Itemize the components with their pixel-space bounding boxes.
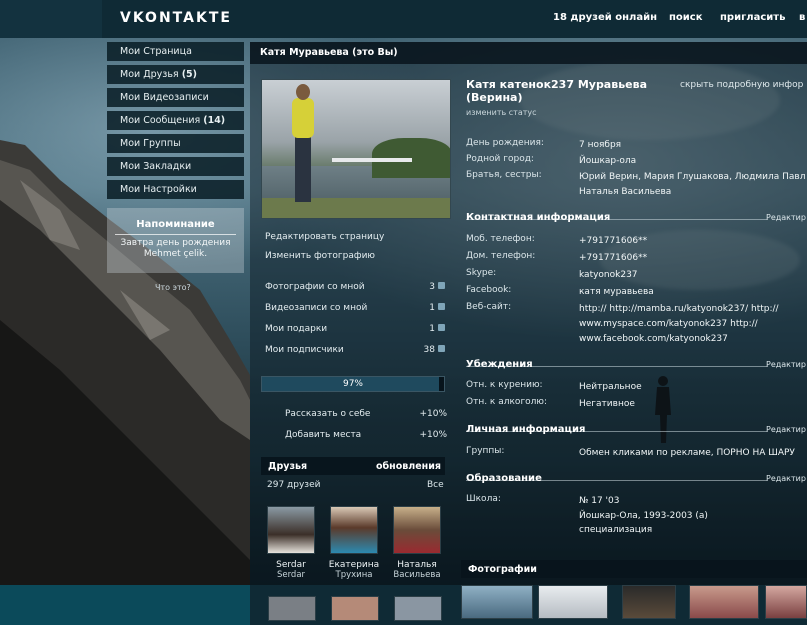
section-beliefs: Убеждения Редактир bbox=[466, 359, 807, 371]
photo-icon bbox=[438, 282, 445, 289]
sidebar-item-my-messages[interactable]: Мои Сообщения (14) bbox=[107, 111, 244, 130]
section-title: Личная информация bbox=[466, 424, 586, 435]
photos-header: Фотографии bbox=[461, 560, 807, 578]
friend-first-name[interactable]: Serdar bbox=[263, 560, 319, 570]
reminder-box: Напоминание Завтра день рождения Mehmet … bbox=[107, 208, 244, 273]
profile-header: Катя Муравьева (это Вы) bbox=[250, 42, 807, 64]
friend-last-name[interactable]: Васильева bbox=[389, 570, 445, 580]
stat-my-subscribers[interactable]: Мои подписчики 38 bbox=[265, 345, 445, 355]
profile-photo[interactable] bbox=[261, 79, 451, 219]
edit-education-link[interactable]: Редактир bbox=[766, 474, 806, 483]
friends-all-link[interactable]: Все bbox=[427, 480, 444, 490]
friend-first-name[interactable]: Екатерина bbox=[326, 560, 382, 570]
edit-contact-link[interactable]: Редактир bbox=[766, 213, 806, 222]
friends-header: Друзья обновления bbox=[261, 457, 445, 475]
friends-updates-link[interactable]: обновления bbox=[376, 461, 441, 472]
section-title: Контактная информация bbox=[466, 212, 611, 223]
tip-add-places[interactable]: Добавить места +10% bbox=[285, 430, 447, 440]
photos-title[interactable]: Фотографии bbox=[468, 564, 537, 575]
progress-label: 97% bbox=[342, 379, 363, 389]
sidebar-item-my-settings[interactable]: Мои Настройки bbox=[107, 180, 244, 199]
edit-personal-link[interactable]: Редактир bbox=[766, 425, 806, 434]
sidebar-item-my-page[interactable]: Мои Страница bbox=[107, 42, 244, 61]
reminder-title: Напоминание bbox=[136, 219, 215, 230]
sidebar-menu: Мои Страница Мои Друзья (5) Мои Видеозап… bbox=[107, 42, 244, 203]
friend-avatar-thumb[interactable] bbox=[331, 596, 379, 621]
edit-beliefs-link[interactable]: Редактир bbox=[766, 360, 806, 369]
section-contact: Контактная информация Редактир bbox=[466, 212, 807, 224]
photo-thumb[interactable] bbox=[622, 585, 676, 619]
friend-last-name[interactable]: Serdar bbox=[263, 570, 319, 580]
avatar[interactable] bbox=[393, 506, 441, 554]
friend-first-name[interactable]: Наталья bbox=[389, 560, 445, 570]
sidebar-item-my-videos[interactable]: Мои Видеозаписи bbox=[107, 88, 244, 107]
reminder-text: Завтра день рождения bbox=[120, 238, 231, 248]
nav-exit[interactable]: в bbox=[799, 12, 805, 23]
nav-invite[interactable]: пригласить bbox=[720, 12, 785, 23]
tip-about-me[interactable]: Рассказать о себе +10% bbox=[285, 409, 447, 419]
change-status-link[interactable]: изменить статус bbox=[466, 108, 537, 117]
nav-search[interactable]: поиск bbox=[669, 12, 703, 23]
photo-thumb[interactable] bbox=[538, 585, 608, 619]
what-is-this-link[interactable]: Что это? bbox=[155, 283, 191, 292]
profile-full-name: Катя катенок237 Муравьева (Верина) bbox=[466, 78, 647, 104]
friends-count[interactable]: 297 друзей bbox=[267, 480, 320, 490]
friend-avatar-thumb[interactable] bbox=[394, 596, 442, 621]
section-personal: Личная информация Редактир bbox=[466, 424, 807, 436]
nav-friends-online[interactable]: 18 друзей онлайн bbox=[553, 12, 657, 23]
reminder-person[interactable]: Mehmet çelik. bbox=[107, 249, 244, 260]
hide-details-link[interactable]: скрыть подробную инфор bbox=[680, 80, 803, 90]
gift-icon bbox=[438, 324, 445, 331]
friend-card[interactable]: Serdar Serdar bbox=[263, 506, 319, 580]
stat-photos-with-me[interactable]: Фотографии со мной 3 bbox=[265, 282, 445, 292]
photo-thumb[interactable] bbox=[689, 585, 759, 619]
site-logo[interactable]: VKONTAKTE bbox=[120, 10, 232, 26]
avatar[interactable] bbox=[330, 506, 378, 554]
photo-thumb[interactable] bbox=[765, 585, 807, 619]
friends-title[interactable]: Друзья bbox=[268, 461, 307, 472]
friend-last-name[interactable]: Трухина bbox=[326, 570, 382, 580]
profile-completion-bar: 97% bbox=[261, 376, 445, 392]
section-title: Образование bbox=[466, 473, 542, 484]
avatar[interactable] bbox=[267, 506, 315, 554]
change-photo-link[interactable]: Изменить фотографию bbox=[265, 251, 375, 261]
friend-card[interactable]: Наталья Васильева bbox=[389, 506, 445, 580]
sidebar-item-my-groups[interactable]: Мои Группы bbox=[107, 134, 244, 153]
profile-header-name: Катя Муравьева (это Вы) bbox=[260, 47, 398, 58]
sidebar-item-my-bookmarks[interactable]: Мои Закладки bbox=[107, 157, 244, 176]
stat-videos-with-me[interactable]: Видеозаписи со мной 1 bbox=[265, 303, 445, 313]
video-icon bbox=[438, 303, 445, 310]
section-education: Образование Редактир bbox=[466, 473, 807, 485]
friend-card[interactable]: Екатерина Трухина bbox=[326, 506, 382, 580]
edit-page-link[interactable]: Редактировать страницу bbox=[265, 232, 384, 242]
sidebar-item-my-friends[interactable]: Мои Друзья (5) bbox=[107, 65, 244, 84]
friend-avatar-thumb[interactable] bbox=[268, 596, 316, 621]
photo-thumb[interactable] bbox=[461, 585, 533, 619]
section-title: Убеждения bbox=[466, 359, 533, 370]
stat-my-gifts[interactable]: Мои подарки 1 bbox=[265, 324, 445, 334]
subscribers-icon bbox=[438, 345, 445, 352]
